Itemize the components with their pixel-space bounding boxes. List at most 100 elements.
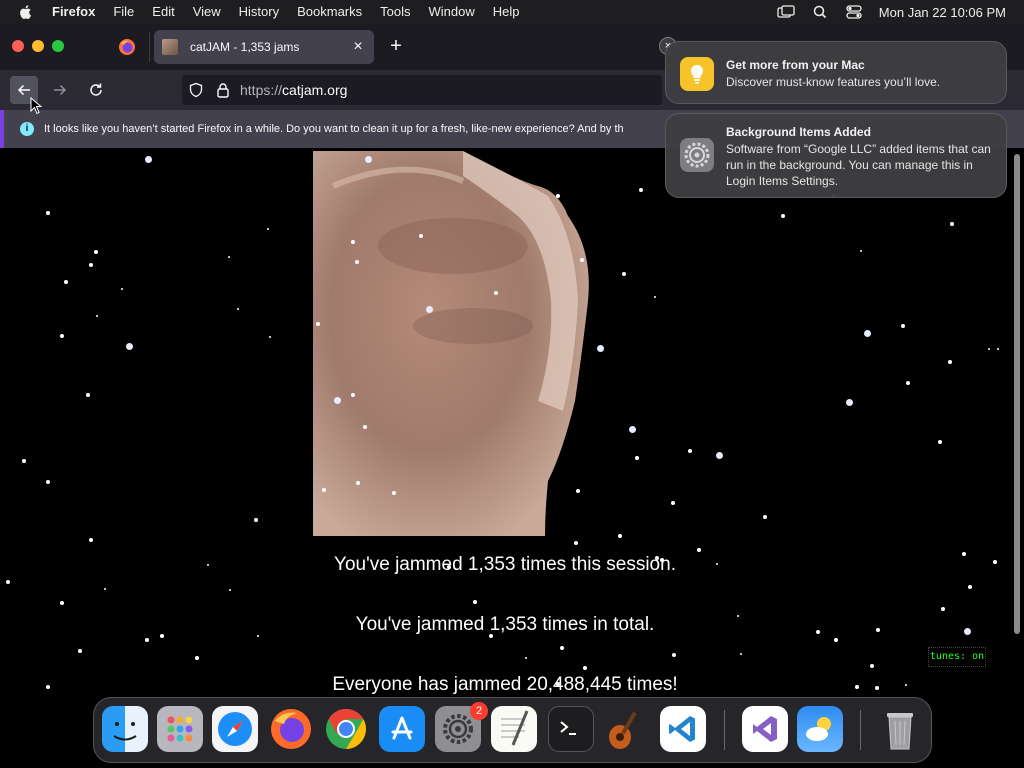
trash-can-icon bbox=[887, 713, 913, 750]
dock-safari-icon[interactable] bbox=[212, 706, 258, 752]
star-particle bbox=[46, 685, 50, 689]
star-particle bbox=[875, 686, 879, 690]
url-text[interactable]: https://catjam.org bbox=[240, 82, 347, 98]
star-particle bbox=[46, 211, 50, 215]
window-close-button[interactable] bbox=[12, 40, 24, 52]
dock-app-store-icon[interactable] bbox=[379, 706, 425, 752]
forward-button[interactable] bbox=[46, 76, 74, 104]
dock-garageband-icon[interactable] bbox=[603, 706, 649, 752]
star-particle bbox=[237, 308, 239, 310]
star-particle bbox=[597, 345, 604, 352]
dock-terminal-icon[interactable] bbox=[548, 706, 594, 752]
arrow-right-icon bbox=[54, 84, 67, 96]
page-scrollbar[interactable] bbox=[1010, 148, 1024, 698]
star-particle bbox=[629, 426, 636, 433]
menu-history[interactable]: History bbox=[230, 0, 288, 24]
dock-vscode-icon[interactable] bbox=[660, 706, 706, 752]
star-particle bbox=[392, 491, 396, 495]
star-particle bbox=[351, 393, 355, 397]
finder-face-icon bbox=[113, 722, 137, 741]
star-particle bbox=[447, 565, 451, 569]
reload-button[interactable] bbox=[82, 76, 110, 104]
star-particle bbox=[257, 635, 259, 637]
tab-catjam[interactable]: catJAM - 1,353 jams × bbox=[154, 30, 374, 64]
chrome-logo-icon bbox=[326, 709, 366, 749]
star-particle bbox=[941, 607, 945, 611]
star-particle bbox=[560, 646, 564, 650]
settings-gear-icon bbox=[443, 714, 473, 744]
menu-tools[interactable]: Tools bbox=[371, 0, 419, 24]
star-particle bbox=[494, 291, 498, 295]
star-particle bbox=[574, 541, 578, 545]
tab-separator bbox=[149, 32, 150, 62]
star-particle bbox=[145, 638, 149, 642]
star-particle bbox=[22, 459, 26, 463]
url-host: catjam.org bbox=[282, 82, 348, 98]
lock-icon[interactable] bbox=[216, 82, 230, 98]
star-particle bbox=[938, 440, 942, 444]
star-particle bbox=[64, 280, 68, 284]
url-bar[interactable]: https://catjam.org bbox=[182, 75, 662, 105]
catjam-cat-image bbox=[313, 151, 589, 536]
notification-background-items-added[interactable]: Background Items Added Software from “Go… bbox=[665, 113, 1007, 198]
arrow-left-icon bbox=[17, 84, 30, 96]
dock-textedit-icon[interactable] bbox=[491, 706, 537, 752]
app-store-icon bbox=[391, 716, 413, 740]
dock-visual-studio-icon[interactable] bbox=[742, 706, 788, 752]
control-center-icon[interactable] bbox=[845, 5, 863, 19]
star-particle bbox=[355, 260, 359, 264]
scrollbar-thumb[interactable] bbox=[1014, 154, 1020, 634]
menu-view[interactable]: View bbox=[184, 0, 230, 24]
tab-close-button[interactable]: × bbox=[348, 38, 368, 56]
star-particle bbox=[901, 324, 905, 328]
menu-app-firefox[interactable]: Firefox bbox=[52, 0, 104, 24]
star-particle bbox=[876, 628, 880, 632]
tunes-toggle-button[interactable]: tunes: on bbox=[928, 647, 986, 667]
notification-get-more-from-mac[interactable]: Get more from your Mac Discover must-kno… bbox=[665, 41, 1007, 104]
window-zoom-button[interactable] bbox=[52, 40, 64, 52]
star-particle bbox=[351, 240, 355, 244]
star-particle bbox=[654, 296, 656, 298]
screen: Firefox File Edit View History Bookmarks… bbox=[0, 0, 1024, 768]
star-particle bbox=[997, 348, 999, 350]
notification-title: Background Items Added bbox=[726, 125, 871, 139]
menu-edit[interactable]: Edit bbox=[143, 0, 183, 24]
star-particle bbox=[556, 194, 560, 198]
dock-firefox-icon[interactable] bbox=[268, 706, 314, 752]
spotlight-search-icon[interactable] bbox=[811, 5, 829, 19]
star-particle bbox=[160, 634, 164, 638]
menu-window[interactable]: Window bbox=[420, 0, 484, 24]
star-particle bbox=[737, 615, 739, 617]
tracking-protection-shield-icon[interactable] bbox=[188, 82, 204, 98]
firefox-icon bbox=[119, 39, 135, 55]
pinned-tab-firefox[interactable] bbox=[112, 32, 142, 62]
screen-mirroring-icon[interactable] bbox=[777, 5, 795, 19]
apple-logo-icon[interactable] bbox=[18, 4, 34, 20]
notification-body: Software from “Google LLC” added items t… bbox=[726, 142, 991, 188]
star-particle bbox=[905, 684, 907, 686]
star-particle bbox=[96, 315, 98, 317]
catjam-page: You've jammed 1,353 times this session. … bbox=[0, 148, 1010, 698]
star-particle bbox=[580, 258, 584, 262]
window-minimize-button[interactable] bbox=[32, 40, 44, 52]
star-particle bbox=[964, 628, 971, 635]
dock-weather-icon[interactable] bbox=[797, 706, 843, 752]
star-particle bbox=[89, 263, 93, 267]
menu-file[interactable]: File bbox=[104, 0, 143, 24]
star-particle bbox=[688, 449, 692, 453]
dock-launchpad-icon[interactable] bbox=[157, 706, 203, 752]
catjam-favicon bbox=[162, 39, 178, 55]
dock-finder-icon[interactable] bbox=[102, 706, 148, 752]
star-particle bbox=[267, 228, 269, 230]
menu-bookmarks[interactable]: Bookmarks bbox=[288, 0, 371, 24]
star-particle bbox=[622, 272, 626, 276]
new-tab-button[interactable]: + bbox=[384, 34, 408, 58]
dock-chrome-icon[interactable] bbox=[323, 706, 369, 752]
star-particle bbox=[855, 685, 859, 689]
menu-bar-clock[interactable]: Mon Jan 22 10:06 PM bbox=[879, 5, 1006, 20]
menu-help[interactable]: Help bbox=[484, 0, 529, 24]
star-particle bbox=[660, 558, 664, 562]
star-particle bbox=[121, 288, 123, 290]
dock-trash-icon[interactable] bbox=[877, 706, 923, 752]
firefox-logo-icon bbox=[271, 709, 311, 749]
